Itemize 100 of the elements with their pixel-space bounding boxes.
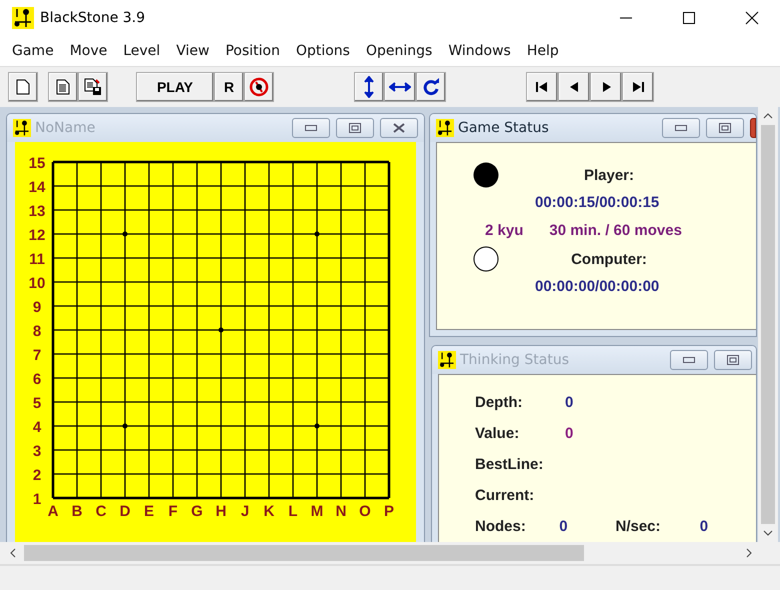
computer-label: Computer:: [570, 250, 648, 268]
app-icon: [436, 119, 454, 137]
play-button[interactable]: PLAY: [136, 72, 214, 102]
row-label: 7: [32, 347, 42, 364]
window-title: BlackStone 3.9: [40, 10, 146, 26]
field-value: 0: [565, 425, 574, 442]
row-label: 6: [32, 371, 42, 388]
minimize-icon: [683, 357, 695, 363]
row-label: 8: [32, 323, 42, 340]
field-label: Depth:: [475, 394, 524, 411]
row-label: 5: [32, 395, 42, 412]
horizontal-scrollbar[interactable]: [0, 542, 780, 564]
triangle-left-icon: [570, 82, 578, 92]
save-file-button[interactable]: [78, 72, 108, 102]
time-control-text: 30 min. / 60 moves: [549, 221, 682, 241]
computer-stone-icon: [473, 246, 499, 272]
menu-item[interactable]: Position: [217, 43, 288, 59]
next-move-button[interactable]: [590, 72, 622, 102]
text-document-icon: [56, 79, 70, 95]
skip-back-icon: [536, 82, 548, 92]
previous-move-button[interactable]: [558, 72, 590, 102]
restore-button[interactable]: [336, 118, 374, 138]
field-label: Nodes:: [475, 518, 527, 535]
app-icon: [12, 7, 34, 29]
rotate-button[interactable]: [416, 72, 446, 102]
app-icon: [13, 119, 31, 137]
row-label: 9: [32, 299, 42, 316]
game-status-title: Game Status: [458, 120, 549, 136]
column-label: A: [48, 503, 58, 520]
close-button[interactable]: [380, 118, 418, 138]
horizontal-arrows-icon: [389, 82, 411, 92]
rotate-icon: [422, 78, 440, 96]
restore-icon: [349, 123, 361, 133]
scroll-up-icon[interactable]: [763, 113, 773, 119]
triangle-right-icon: [602, 82, 610, 92]
restore-icon: [719, 123, 731, 133]
last-move-button[interactable]: [622, 72, 654, 102]
row-label: 10: [28, 275, 46, 292]
r-button[interactable]: R: [214, 72, 244, 102]
player-time: 00:00:15/00:00:15: [534, 193, 660, 213]
menu-item[interactable]: Move: [62, 43, 116, 59]
restore-icon: [727, 355, 739, 365]
first-move-button[interactable]: [526, 72, 558, 102]
column-label: J: [240, 503, 250, 520]
menu-item[interactable]: Help: [518, 43, 567, 59]
column-label: H: [216, 503, 226, 520]
column-label: O: [359, 503, 371, 520]
thinking-status-title: Thinking Status: [460, 352, 570, 368]
minimize-icon: [305, 125, 317, 131]
menu-item[interactable]: Game: [4, 43, 62, 59]
restore-button[interactable]: [706, 118, 744, 138]
open-file-button[interactable]: [48, 72, 78, 102]
field-value: 0: [559, 518, 569, 535]
menu-item[interactable]: View: [168, 43, 218, 59]
row-label: 13: [28, 203, 46, 220]
column-label: G: [191, 503, 203, 520]
column-label: D: [120, 503, 130, 520]
player-stone-icon: [473, 162, 499, 188]
maximize-icon[interactable]: [682, 11, 696, 25]
scroll-down-icon[interactable]: [763, 530, 773, 536]
minimize-button[interactable]: [670, 350, 708, 370]
skip-forward-icon: [632, 82, 644, 92]
column-label: P: [384, 503, 394, 520]
row-label: 4: [32, 419, 42, 436]
menu-item[interactable]: Level: [115, 43, 168, 59]
row-label: 15: [28, 155, 46, 172]
minimize-button[interactable]: [662, 118, 700, 138]
row-label: 1: [32, 491, 42, 508]
document-icon: [16, 79, 30, 95]
stop-button[interactable]: [244, 72, 274, 102]
computer-time: 00:00:00/00:00:00: [534, 277, 660, 297]
new-file-button[interactable]: [8, 72, 38, 102]
column-label: M: [310, 503, 324, 520]
level-text: 2 kyu: [485, 221, 524, 241]
menu-item[interactable]: Openings: [358, 43, 440, 59]
column-label: N: [336, 503, 346, 520]
column-label: L: [288, 503, 298, 520]
restore-button[interactable]: [714, 350, 752, 370]
field-value: 0: [565, 394, 574, 411]
row-label: 11: [29, 251, 45, 268]
field-label: BestLine:: [475, 456, 544, 473]
scroll-left-icon[interactable]: [10, 548, 16, 558]
flip-vertical-button[interactable]: [354, 72, 384, 102]
minimize-icon: [675, 125, 687, 131]
field-label: N/sec:: [616, 518, 662, 535]
column-label: K: [264, 503, 274, 520]
menu-item[interactable]: Options: [288, 43, 358, 59]
scroll-right-icon[interactable]: [746, 548, 752, 558]
close-button[interactable]: [750, 118, 756, 138]
vertical-arrows-icon: [364, 76, 374, 98]
row-label: 14: [28, 179, 46, 196]
player-label: Player:: [582, 166, 636, 184]
minimize-button[interactable]: [292, 118, 330, 138]
row-label: 12: [28, 227, 46, 244]
field-label: Current:: [475, 487, 536, 504]
menu-item[interactable]: Windows: [440, 43, 519, 59]
close-icon[interactable]: [745, 11, 759, 25]
column-label: B: [72, 503, 82, 520]
row-label: 2: [32, 467, 42, 484]
flip-horizontal-button[interactable]: [384, 72, 416, 102]
